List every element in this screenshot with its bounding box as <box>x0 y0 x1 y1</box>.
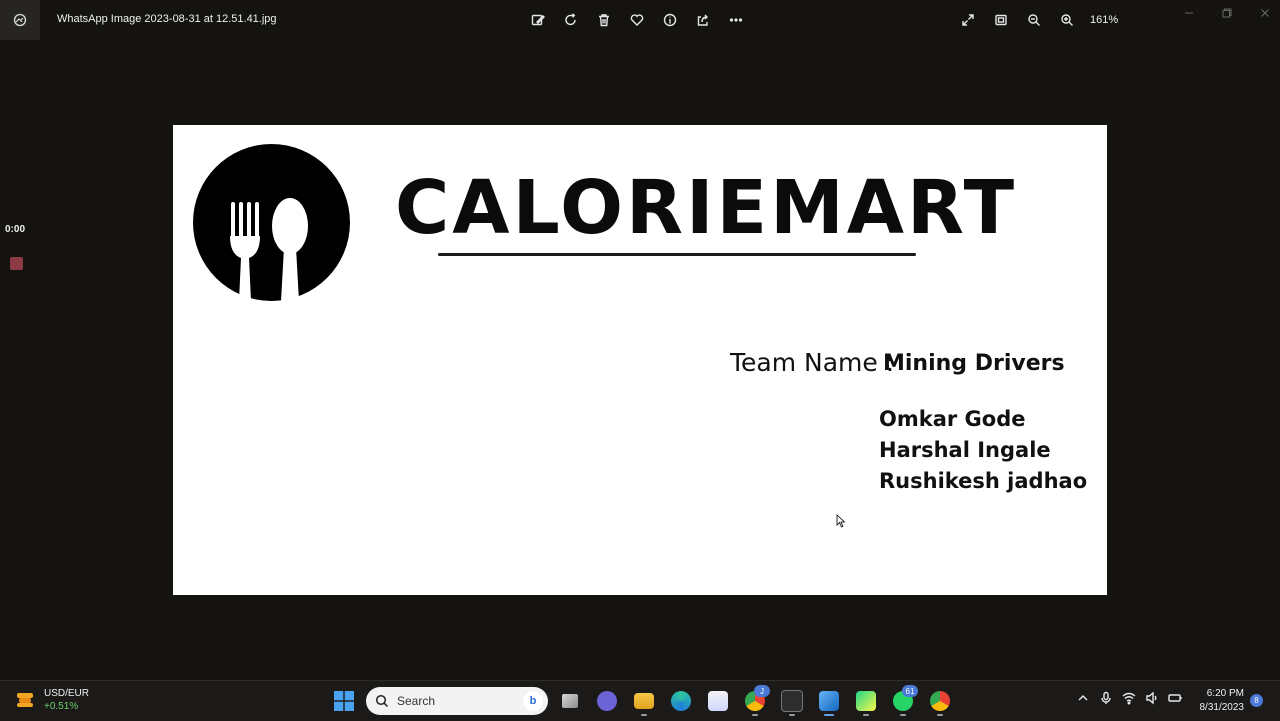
microsoft-store-icon[interactable] <box>704 686 732 716</box>
photos-app-icon[interactable] <box>0 0 40 40</box>
pycharm-icon[interactable] <box>852 686 880 716</box>
wifi-icon[interactable] <box>1122 691 1136 710</box>
image-toolbar <box>526 8 748 32</box>
edge-browser-icon[interactable] <box>667 686 695 716</box>
taskbar-apps: J 61 <box>556 685 954 716</box>
window-controls <box>1170 0 1280 30</box>
task-view-icon[interactable] <box>556 686 584 716</box>
currency-chart-icon <box>17 693 33 707</box>
brand-title: CALORIEMART <box>395 165 1018 251</box>
chrome-profile-badge: J <box>754 685 770 697</box>
windows-start-icon[interactable] <box>334 691 354 711</box>
chevron-up-icon[interactable] <box>1076 691 1090 710</box>
system-clock[interactable]: 6:20 PM 8/31/2023 <box>1190 687 1245 715</box>
whatsapp-icon[interactable]: 61 <box>889 685 918 716</box>
title-bar: WhatsApp Image 2023-08-31 at 12.51.41.jp… <box>0 0 1280 40</box>
rotate-icon[interactable] <box>559 8 583 32</box>
view-tools: 161% <box>956 8 1118 32</box>
fork-spoon-logo-icon <box>193 144 350 301</box>
restore-icon[interactable] <box>1208 0 1246 26</box>
team-name: Mining Drivers <box>883 351 1065 376</box>
chrome-profile-icon[interactable] <box>926 686 954 716</box>
team-label: Team Name : <box>730 348 895 377</box>
favorite-icon[interactable] <box>625 8 649 32</box>
teams-chat-icon[interactable] <box>593 686 621 716</box>
search-placeholder: Search <box>397 694 436 708</box>
edit-icon[interactable] <box>526 8 550 32</box>
notification-badge[interactable]: 8 <box>1250 694 1263 707</box>
info-icon[interactable] <box>658 8 682 32</box>
whatsapp-unread-badge: 61 <box>902 685 918 697</box>
microphone-icon[interactable] <box>1099 691 1113 710</box>
fullscreen-icon[interactable] <box>956 8 980 32</box>
share-icon[interactable] <box>691 8 715 32</box>
member-name: Harshal Ingale <box>879 438 1051 462</box>
team-members: Omkar Gode Harshal Ingale Rushikesh jadh… <box>879 404 1087 497</box>
clock-date: 8/31/2023 <box>1199 702 1245 713</box>
mouse-cursor-icon <box>836 514 846 528</box>
zoom-out-icon[interactable] <box>1022 8 1046 32</box>
currency-pair: USD/EUR <box>44 688 90 699</box>
delete-icon[interactable] <box>592 8 616 32</box>
more-icon[interactable] <box>724 8 748 32</box>
search-icon <box>375 694 389 708</box>
clock-time: 6:20 PM <box>1206 688 1244 699</box>
taskbar-search[interactable]: Search b <box>366 687 548 715</box>
system-tray <box>1076 691 1182 710</box>
currency-widget[interactable]: USD/EUR +0.51% <box>14 687 89 713</box>
chrome-icon[interactable]: J <box>741 685 770 716</box>
currency-change: +0.51% <box>44 701 79 712</box>
volume-icon[interactable] <box>1145 691 1159 710</box>
battery-icon[interactable] <box>1168 691 1182 710</box>
photos-icon[interactable] <box>815 686 843 716</box>
member-name: Rushikesh jadhao <box>879 469 1088 493</box>
member-name: Omkar Gode <box>879 407 1026 431</box>
brand-underline <box>438 253 916 256</box>
zoom-level[interactable]: 161% <box>1090 14 1118 26</box>
file-explorer-icon[interactable] <box>630 686 658 716</box>
zoom-in-icon[interactable] <box>1055 8 1079 32</box>
stop-recording-button[interactable] <box>10 257 23 270</box>
file-title: WhatsApp Image 2023-08-31 at 12.51.41.jp… <box>57 13 277 25</box>
taskbar: USD/EUR +0.51% Search b J 61 6:20 PM 8/3… <box>0 680 1280 721</box>
terminal-icon[interactable] <box>778 686 806 716</box>
fit-to-window-icon[interactable] <box>989 8 1013 32</box>
image-canvas: CALORIEMART Team Name : Mining Drivers O… <box>173 125 1107 595</box>
close-icon[interactable] <box>1246 0 1280 26</box>
recording-timer: 0:00 <box>5 224 26 235</box>
bing-icon[interactable]: b <box>523 691 543 711</box>
minimize-icon[interactable] <box>1170 0 1208 26</box>
